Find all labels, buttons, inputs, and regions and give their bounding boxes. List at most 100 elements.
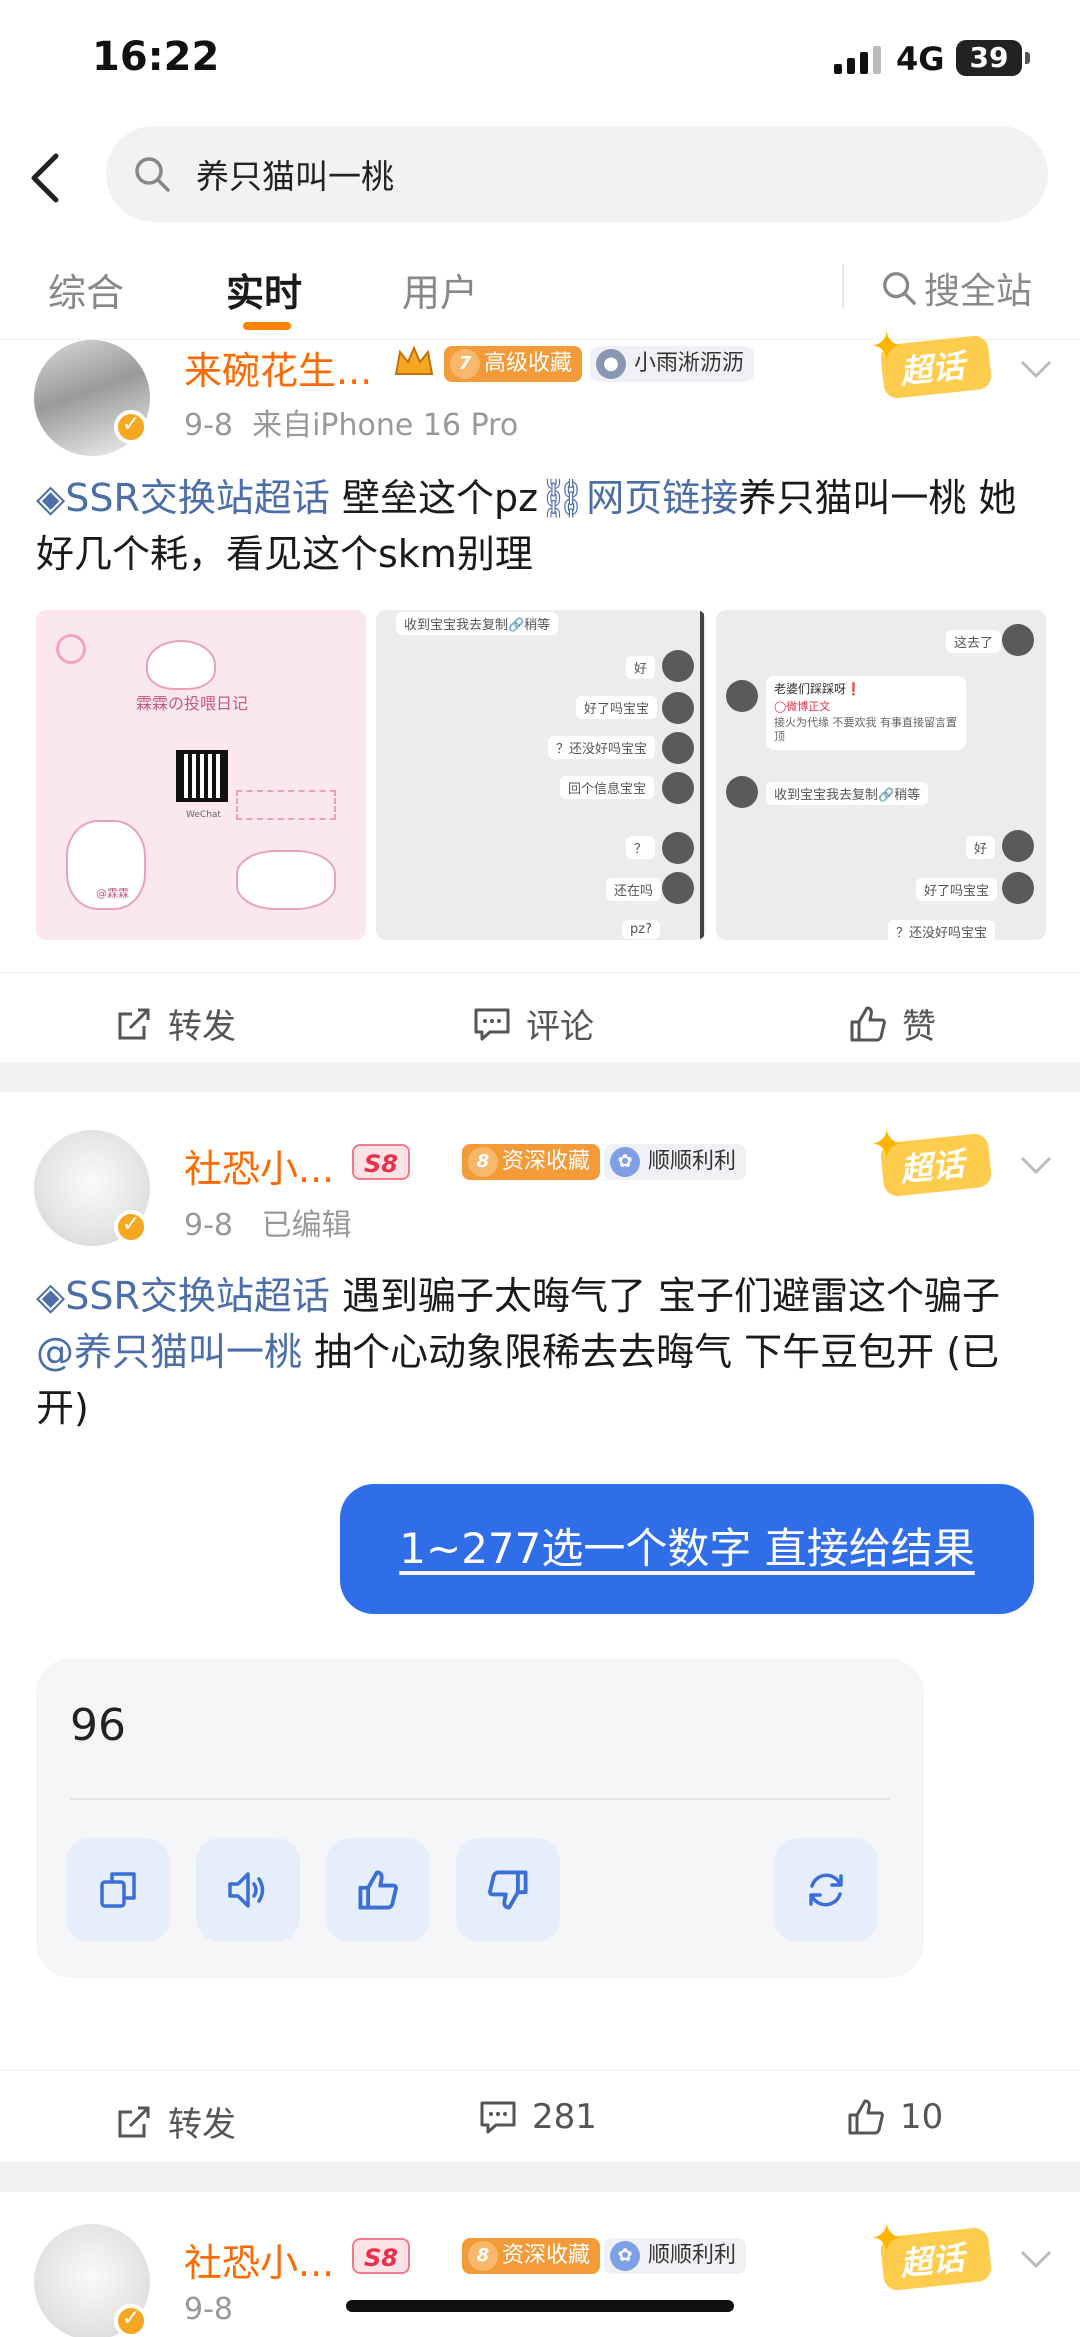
speaker-icon — [228, 1872, 265, 1908]
post-separator — [0, 2162, 1080, 2192]
chevron-down-icon[interactable] — [1016, 2244, 1056, 2274]
copy-icon — [100, 1872, 136, 1908]
comment-button[interactable]: 281 — [478, 2097, 597, 2137]
chevron-down-icon[interactable] — [1016, 1150, 1056, 1180]
search-all-button[interactable]: 搜全站 — [880, 262, 1032, 314]
character-illustration — [236, 850, 336, 910]
username[interactable]: 社恐小... — [184, 2232, 334, 2287]
image-thumbnail[interactable]: 霖霖の投喂日记 WeChat @霖霖 — [36, 610, 366, 940]
post-actions: 转发 评论 赞 — [0, 972, 1080, 1072]
thumbs-up-icon — [358, 1870, 398, 1910]
home-indicator[interactable] — [346, 2300, 734, 2312]
topic-icon: ◈ — [36, 1274, 66, 1318]
back-arrow-icon[interactable] — [26, 150, 66, 206]
post-card[interactable]: 社恐小... S8 8资深收藏 ✿顺顺利利 超话✦ 9-8 — [0, 2192, 1080, 2337]
divider — [842, 264, 844, 308]
post-actions: 转发 281 10 — [0, 2070, 1080, 2170]
topic-link[interactable]: ◈SSR交换站超话 — [36, 476, 330, 520]
comment-icon — [480, 2101, 516, 2134]
search-icon — [135, 157, 170, 192]
comment-icon — [474, 1008, 510, 1040]
star-icon: ✦ — [870, 2216, 904, 2262]
username[interactable]: 来碗花生... — [184, 340, 372, 395]
divider — [70, 1798, 890, 1800]
comment-button[interactable]: 评论 — [472, 999, 594, 1048]
chaohua-badge[interactable]: 超话 ✦ — [870, 1122, 994, 1198]
swirl-icon — [56, 634, 86, 664]
chaohua-badge[interactable]: 超话 ✦ — [870, 2216, 994, 2292]
tab-bar: 综合 实时 用户 搜全站 — [0, 240, 1080, 340]
chat-avatar — [1002, 872, 1034, 904]
network-type: 4G — [896, 40, 945, 78]
image-thumbnail[interactable]: 收到宝宝我去复制🔗稍等 好 好了吗宝宝 ？还没好吗宝宝 回个信息宝宝 ？ 还在吗… — [376, 610, 706, 940]
thumbs-up-icon — [848, 2099, 884, 2135]
post-separator — [0, 1062, 1080, 1092]
username[interactable]: 社恐小... — [184, 1138, 334, 1193]
thumbs-down-icon — [488, 1870, 528, 1910]
ai-like-button[interactable] — [326, 1838, 430, 1942]
like-count: 10 — [900, 2097, 944, 2137]
ai-answer-card: 96 — [36, 1658, 924, 1978]
like-button[interactable]: 10 — [846, 2097, 943, 2137]
search-input[interactable] — [196, 144, 996, 204]
verified-badge-icon — [114, 2304, 148, 2337]
read-aloud-button[interactable] — [196, 1838, 300, 1942]
chat-avatar — [1002, 830, 1034, 862]
post-card[interactable]: 来碗花生... 7高级收藏 ●小雨淅沥沥 超话✦ 9-8 来自iPhone 16… — [0, 324, 1080, 1062]
collector-badge: 7 高级收藏 — [444, 346, 583, 382]
comment-count: 281 — [532, 2097, 597, 2137]
regenerate-button[interactable] — [774, 1838, 878, 1942]
copy-button[interactable] — [66, 1838, 170, 1942]
like-button[interactable]: 赞 — [848, 999, 936, 1048]
chat-avatar — [726, 776, 758, 808]
post-meta: 9-8 已编辑 — [184, 1208, 352, 1243]
collector-badge: 8 资深收藏 — [462, 2238, 601, 2274]
repost-icon — [118, 2106, 150, 2137]
tab-realtime[interactable]: 实时 — [226, 262, 302, 317]
status-time: 16:22 — [92, 34, 220, 80]
chat-avatar — [1002, 624, 1034, 656]
tab-users[interactable]: 用户 — [402, 262, 478, 317]
fan-badge-icon: ● — [596, 349, 626, 379]
star-icon: ✦ — [870, 324, 904, 370]
fan-badge: ✿ 顺顺利利 — [604, 1144, 747, 1180]
web-link[interactable]: ⛓网页链接 — [538, 476, 738, 520]
chat-avatar — [662, 732, 694, 764]
post-text: ◈SSR交换站超话 遇到骗子太晦气了 宝子们避雷这个骗子 @养只猫叫一桃 抽个心… — [36, 1274, 1001, 1430]
clover-icon: ✿ — [610, 2241, 640, 2271]
chat-avatar — [662, 692, 694, 724]
chaohua-badge[interactable]: 超话 ✦ — [870, 324, 994, 400]
search-box[interactable] — [106, 126, 1048, 222]
topic-link[interactable]: ◈SSR交换站超话 — [36, 1274, 330, 1318]
image-grid: 霖霖の投喂日记 WeChat @霖霖 收到宝宝我去复制🔗稍等 好 好了吗宝宝 ？… — [36, 610, 1046, 940]
chat-avatar — [662, 772, 694, 804]
user-mention[interactable]: @养只猫叫一桃 — [36, 1330, 302, 1374]
chat-card: 老婆们踩踩呀❗ ◯微博正文 接火为代缘 不要欢我 有事直接留言置顶 — [766, 676, 966, 750]
decoration — [236, 790, 336, 820]
crown-icon — [394, 345, 434, 375]
post-card[interactable]: 社恐小... S8 8资深收藏 ✿顺顺利利 超话✦ 9-8 已编辑 ◈SSR交换… — [0, 1092, 1080, 2162]
signal-icon — [834, 44, 881, 74]
chat-avatar — [662, 650, 694, 682]
post-text: ◈SSR交换站超话 壁垒这个pz⛓网页链接养只猫叫一桃 她好几个耗，看见这个sk… — [36, 476, 1017, 576]
ai-answer: 96 — [70, 1700, 126, 1751]
tab-comprehensive[interactable]: 综合 — [48, 262, 124, 317]
fan-badge: ✿ 顺顺利利 — [604, 2238, 747, 2274]
chat-prompt-bubble[interactable]: 1~277选一个数字 直接给结果 — [340, 1484, 1034, 1614]
active-tab-indicator — [243, 322, 291, 330]
ai-dislike-button[interactable] — [456, 1838, 560, 1942]
star-icon: ✦ — [870, 1122, 904, 1168]
s8-badge: S8 — [352, 1144, 410, 1180]
verified-badge-icon — [114, 410, 148, 444]
image-title: 霖霖の投喂日记 — [136, 694, 249, 713]
collector-badge: 8 资深收藏 — [462, 1144, 601, 1180]
qr-code — [176, 750, 228, 802]
repost-button[interactable]: 转发 — [114, 2097, 236, 2146]
image-thumbnail[interactable]: 这去了 老婆们踩踩呀❗ ◯微博正文 接火为代缘 不要欢我 有事直接留言置顶 收到… — [716, 610, 1046, 940]
repost-button[interactable]: 转发 — [114, 999, 236, 1048]
character-illustration — [146, 640, 216, 690]
status-bar: 16:22 4G 39 — [0, 0, 1080, 120]
thumbs-up-icon — [850, 1006, 886, 1041]
chevron-down-icon[interactable] — [1016, 354, 1056, 384]
s8-badge: S8 — [352, 2238, 410, 2274]
